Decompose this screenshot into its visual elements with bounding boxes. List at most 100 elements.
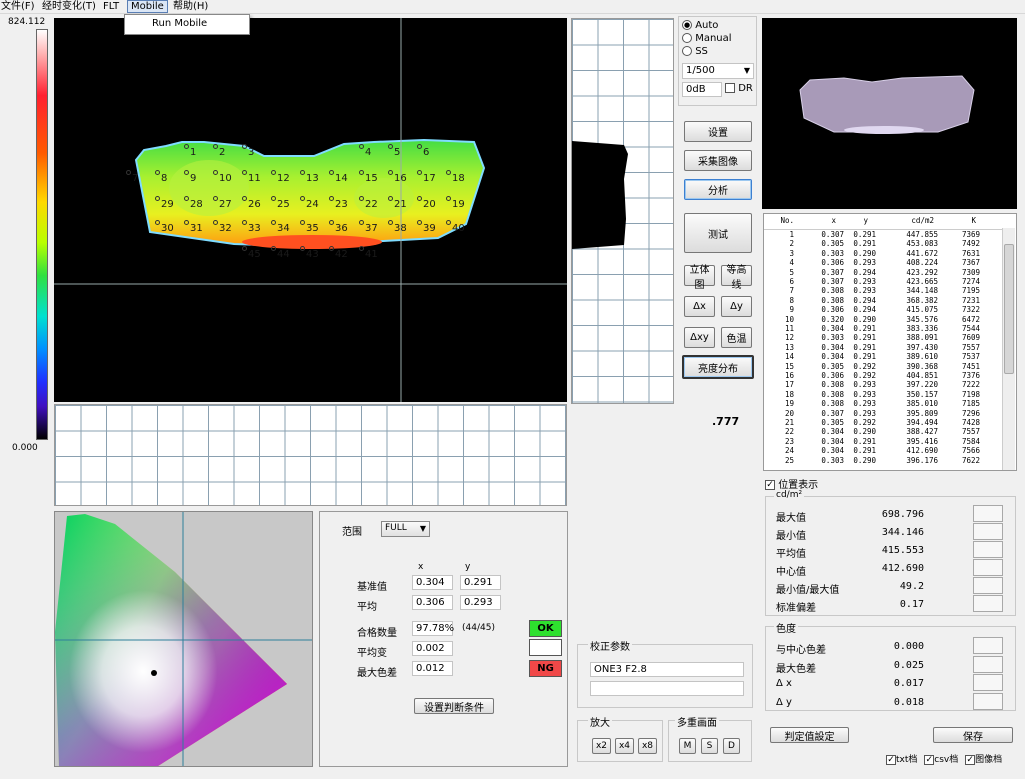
table-cell: 0.307 [821, 408, 844, 418]
luminance-heatmap[interactable]: 1 2 3 4 5 6 7 8 9 10 11 12 13 14 15 16 17 18 19 20 21 22 23 24 2… [54, 18, 567, 402]
stereo-button[interactable]: 立体图 [684, 265, 715, 291]
table-row[interactable]: 22 0.304 0.290 388.427 7557 [764, 427, 996, 436]
stat-label: 最小值 [776, 531, 806, 542]
table-cell: 0.304 [821, 342, 844, 352]
radio-manual[interactable] [682, 33, 692, 43]
measure-button[interactable]: 测试 [684, 213, 752, 253]
table-cell: 7296 [961, 408, 980, 418]
point-marker [155, 220, 160, 225]
position-display-checkbox[interactable]: ✓ [765, 480, 775, 490]
point-label: 39 [423, 223, 436, 234]
table-cell: 7557 [961, 342, 980, 352]
menu-flt[interactable]: FLT [103, 0, 119, 13]
table-cell: 412.690 [906, 446, 938, 456]
save-button[interactable]: 保存 [933, 727, 1013, 743]
dr-checkbox[interactable] [725, 83, 735, 93]
range-select[interactable]: FULL ▼ [381, 521, 430, 537]
point-marker [271, 220, 276, 225]
table-row[interactable]: 23 0.304 0.291 395.416 7584 [764, 436, 996, 446]
delta-xy-button[interactable]: Δxy [684, 327, 715, 348]
csv-checkbox[interactable]: ✓ [924, 754, 935, 765]
table-row[interactable]: 9 0.306 0.294 415.075 7322 [764, 305, 996, 314]
menu-file[interactable]: 文件(F) [1, 0, 35, 13]
zoom-x8-button[interactable]: x8 [638, 738, 657, 754]
table-scrollbar[interactable] [1002, 228, 1015, 470]
table-row[interactable]: 25 0.303 0.290 396.176 7622 [764, 455, 996, 465]
table-cell: 0.292 [853, 371, 876, 380]
table-row[interactable]: 1 0.307 0.291 447.855 7369 [764, 230, 996, 239]
delta-y-button[interactable]: Δy [721, 296, 752, 317]
multi-d-button[interactable]: D [723, 738, 740, 754]
scroll-thumb[interactable] [1004, 244, 1014, 374]
shutter-select[interactable]: 1/500 ▼ [682, 63, 754, 79]
table-row[interactable]: 21 0.305 0.292 394.494 7428 [764, 418, 996, 427]
calib-extra[interactable] [590, 681, 744, 696]
point-label: 30 [161, 223, 174, 234]
point-marker [242, 220, 247, 225]
menu-help[interactable]: 帮助(H) [173, 0, 208, 13]
table-row[interactable]: 6 0.307 0.293 423.665 7274 [764, 277, 996, 286]
table-row[interactable]: 7 0.308 0.293 344.148 7195 [764, 286, 996, 295]
luminance-distribution-button[interactable]: 亮度分布 [682, 355, 754, 379]
table-cell: 397.430 [906, 342, 938, 352]
maxdiff-value: 0.012 [412, 661, 453, 676]
table-cell: 396.176 [906, 455, 938, 465]
zoom-x2-button[interactable]: x2 [592, 738, 611, 754]
zoom-x4-button[interactable]: x4 [615, 738, 634, 754]
settings-button[interactable]: 设置 [684, 121, 752, 142]
table-cell: 23 [784, 436, 794, 446]
table-row[interactable]: 13 0.304 0.291 397.430 7557 [764, 342, 996, 352]
delta-x-button[interactable]: Δx [684, 296, 715, 317]
table-row[interactable]: 12 0.303 0.291 388.091 7609 [764, 333, 996, 343]
table-row[interactable]: 19 0.308 0.293 385.010 7185 [764, 399, 996, 408]
menu-mobile[interactable]: Mobile [127, 0, 168, 13]
table-row[interactable]: 2 0.305 0.291 453.083 7492 [764, 239, 996, 248]
point-label: 38 [394, 223, 407, 234]
point-label: 25 [277, 199, 290, 210]
menu-time-change[interactable]: 经时变化(T) [42, 0, 96, 13]
table-row[interactable]: 18 0.308 0.293 350.157 7198 [764, 390, 996, 399]
table-row[interactable]: 16 0.306 0.292 404.851 7376 [764, 371, 996, 380]
contour-button[interactable]: 等高线 [721, 265, 752, 291]
capture-button[interactable]: 采集图像 [684, 150, 752, 171]
table-cell: 7537 [961, 352, 980, 362]
point-label: 33 [248, 223, 261, 234]
table-cell: 0.306 [821, 258, 844, 268]
table-row[interactable]: 17 0.308 0.293 397.220 7222 [764, 380, 996, 389]
judge-settings-button[interactable]: 判定值設定 [770, 727, 849, 743]
table-row[interactable]: 4 0.306 0.293 408.224 7367 [764, 258, 996, 268]
gain-field[interactable]: 0dB [682, 82, 722, 97]
table-row[interactable]: 5 0.307 0.294 423.292 7309 [764, 267, 996, 277]
table-cell: 0.303 [821, 333, 844, 343]
point-label: 24 [306, 199, 319, 210]
point-marker [213, 196, 218, 201]
table-row[interactable]: 3 0.303 0.290 441.672 7631 [764, 248, 996, 258]
table-row[interactable]: 14 0.304 0.291 389.610 7537 [764, 352, 996, 362]
table-cell: 0.307 [821, 267, 844, 277]
analyze-button[interactable]: 分析 [684, 179, 752, 200]
txt-checkbox[interactable]: ✓ [886, 754, 896, 765]
table-cell: 441.672 [906, 248, 938, 258]
multi-m-button[interactable]: M [679, 738, 696, 754]
avg-label: 平均 [357, 602, 377, 613]
table-cell: 0.290 [853, 314, 876, 324]
radio-ss[interactable] [682, 46, 692, 56]
radio-auto[interactable]: ● [682, 20, 692, 30]
image-checkbox[interactable]: ✓ [965, 754, 976, 765]
table-row[interactable]: 8 0.308 0.294 368.382 7231 [764, 296, 996, 305]
table-row[interactable]: 10 0.320 0.290 345.576 6472 [764, 314, 996, 324]
point-label: 40 [452, 223, 465, 234]
table-row[interactable]: 11 0.304 0.291 383.336 7544 [764, 324, 996, 333]
run-mobile-item[interactable]: Run Mobile [152, 18, 207, 29]
color-temp-button[interactable]: 色温 [721, 327, 752, 348]
calib-value[interactable]: ONE3 F2.8 [590, 662, 744, 677]
table-row[interactable]: 24 0.304 0.291 412.690 7566 [764, 446, 996, 456]
multi-s-button[interactable]: S [701, 738, 718, 754]
point-label: 36 [335, 223, 348, 234]
set-criteria-button[interactable]: 设置判断条件 [414, 698, 494, 714]
table-row[interactable]: 20 0.307 0.293 395.809 7296 [764, 408, 996, 418]
table-row[interactable]: 15 0.305 0.292 390.368 7451 [764, 362, 996, 371]
calibration-group: 校正参数 ONE3 F2.8 [577, 638, 753, 708]
chevron-down-icon: ▼ [419, 524, 426, 533]
table-cell: 20 [784, 408, 794, 418]
